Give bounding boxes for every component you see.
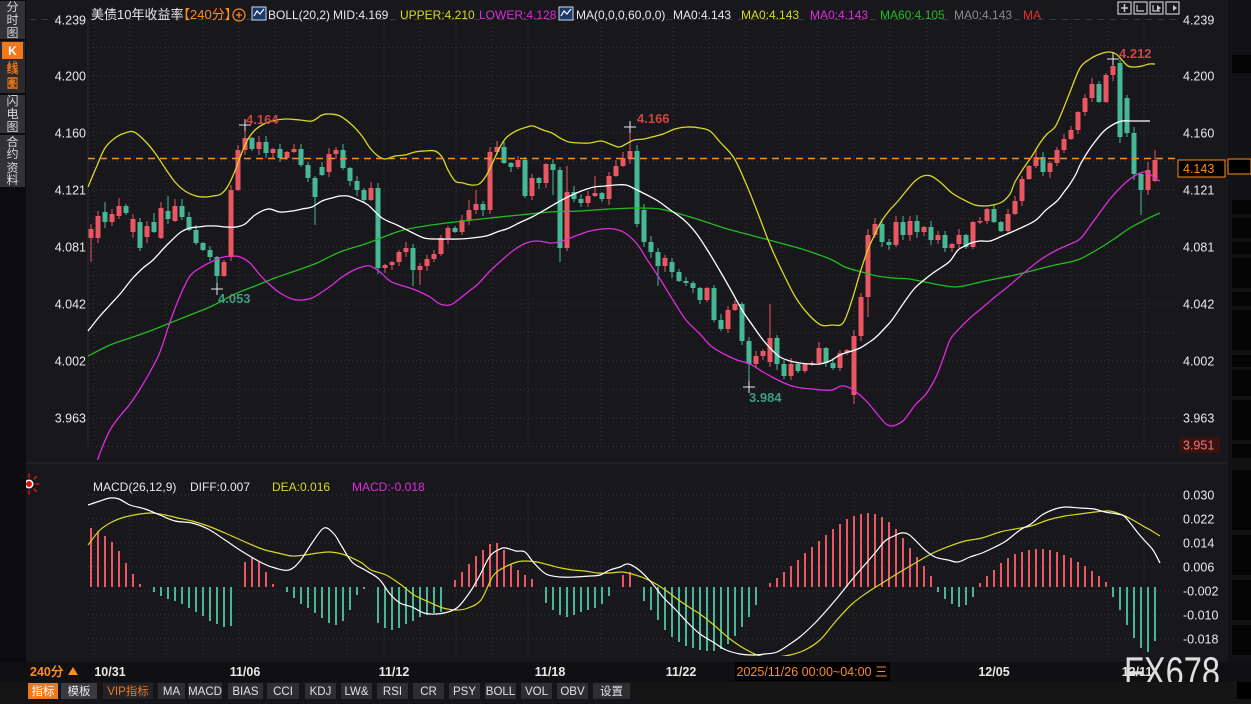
svg-text:-0.010: -0.010 [1183,609,1218,623]
svg-text:MID:4.169: MID:4.169 [333,8,389,22]
svg-text:11/06: 11/06 [230,665,261,679]
svg-text:闪: 闪 [6,94,18,108]
svg-text:BOLL: BOLL [486,686,516,698]
svg-text:4.081: 4.081 [1183,241,1214,255]
svg-text:KDJ: KDJ [310,686,332,698]
svg-text:10/31: 10/31 [94,665,125,679]
svg-text:图: 图 [6,26,18,40]
svg-text:11/18: 11/18 [535,665,566,679]
svg-text:UPPER:4.210: UPPER:4.210 [400,8,475,22]
svg-text:PSY: PSY [453,686,476,698]
svg-text:4.166: 4.166 [637,111,670,126]
svg-text:4.200: 4.200 [55,70,86,84]
svg-text:4.081: 4.081 [55,241,86,255]
svg-text:MA0:4.143: MA0:4.143 [673,8,731,22]
svg-text:4.002: 4.002 [55,355,86,369]
svg-text:4.212: 4.212 [1119,46,1152,61]
svg-text:MACD(26,12,9): MACD(26,12,9) [93,480,176,494]
svg-text:2025/11/26 00:00~04:00 三: 2025/11/26 00:00~04:00 三 [737,665,888,679]
svg-text:MA0:4.143: MA0:4.143 [810,8,868,22]
svg-text:分: 分 [6,0,18,14]
svg-text:CCI: CCI [273,686,293,698]
svg-text:VOL: VOL [525,686,549,698]
svg-text:DEA:0.016: DEA:0.016 [272,480,330,494]
svg-text:4.042: 4.042 [1183,298,1214,312]
svg-text:BOLL(20,2): BOLL(20,2) [268,8,330,22]
svg-text:0.014: 0.014 [1183,537,1214,551]
svg-text:4.042: 4.042 [55,298,86,312]
svg-text:电: 电 [6,107,18,121]
svg-text:-0.018: -0.018 [1183,633,1218,647]
svg-text:图: 图 [6,76,18,90]
svg-text:CR: CR [420,686,437,698]
svg-text:MACD:-0.018: MACD:-0.018 [352,480,425,494]
svg-text:4.200: 4.200 [1183,70,1214,84]
svg-text:VIP指标: VIP指标 [107,684,149,698]
svg-text:指标: 指标 [32,684,55,698]
svg-text:【240分】: 【240分】 [177,7,238,22]
svg-text:MA0:4.143: MA0:4.143 [954,8,1012,22]
svg-text:4.160: 4.160 [1183,127,1214,141]
svg-text:MA: MA [163,686,181,698]
svg-text:0.022: 0.022 [1183,513,1214,527]
svg-text:MA(0,0,0,60,0,0): MA(0,0,0,60,0,0) [576,8,665,22]
svg-text:K: K [8,44,17,58]
svg-text:4.053: 4.053 [218,291,251,306]
svg-text:模板: 模板 [68,684,91,698]
svg-text:LW&: LW& [344,686,368,698]
svg-text:OBV: OBV [560,686,585,698]
svg-text:4.239: 4.239 [55,14,86,28]
svg-text:4.160: 4.160 [55,127,86,141]
svg-text:LOWER:4.128: LOWER:4.128 [479,8,557,22]
svg-text:3.963: 3.963 [55,412,86,426]
svg-text:4.143: 4.143 [1183,162,1214,176]
svg-text:DIFF:0.007: DIFF:0.007 [190,480,250,494]
svg-text:RSI: RSI [383,686,402,698]
svg-text:11/22: 11/22 [666,665,697,679]
svg-text:设置: 设置 [600,685,623,698]
svg-text:0.030: 0.030 [1183,489,1214,503]
svg-text:0.006: 0.006 [1183,561,1214,575]
svg-text:约: 约 [6,146,18,161]
svg-text:4.002: 4.002 [1183,355,1214,369]
svg-text:图: 图 [6,120,18,134]
svg-text:3.984: 3.984 [749,390,782,405]
svg-text:4.164: 4.164 [246,112,279,127]
svg-text:时: 时 [6,13,18,27]
svg-text:4.239: 4.239 [1183,14,1214,28]
svg-text:美债10年收益率: 美债10年收益率 [91,7,183,22]
svg-text:11/12: 11/12 [379,665,410,679]
svg-text:4.121: 4.121 [1183,184,1214,198]
svg-text:-0.002: -0.002 [1183,585,1218,599]
svg-text:MA60:4.105: MA60:4.105 [880,8,945,22]
svg-text:MACD: MACD [188,686,222,698]
svg-text:线: 线 [6,62,18,76]
svg-text:3.963: 3.963 [1183,412,1214,426]
svg-text:MA0:4.143: MA0:4.143 [741,8,799,22]
svg-text:BIAS: BIAS [232,686,259,698]
svg-text:4.121: 4.121 [55,184,86,198]
svg-text:12/05: 12/05 [978,665,1009,679]
svg-text:240分: 240分 [30,664,64,679]
svg-text:3.951: 3.951 [1183,439,1214,453]
svg-text:MA: MA [1023,8,1041,22]
svg-text:料: 料 [6,173,18,187]
